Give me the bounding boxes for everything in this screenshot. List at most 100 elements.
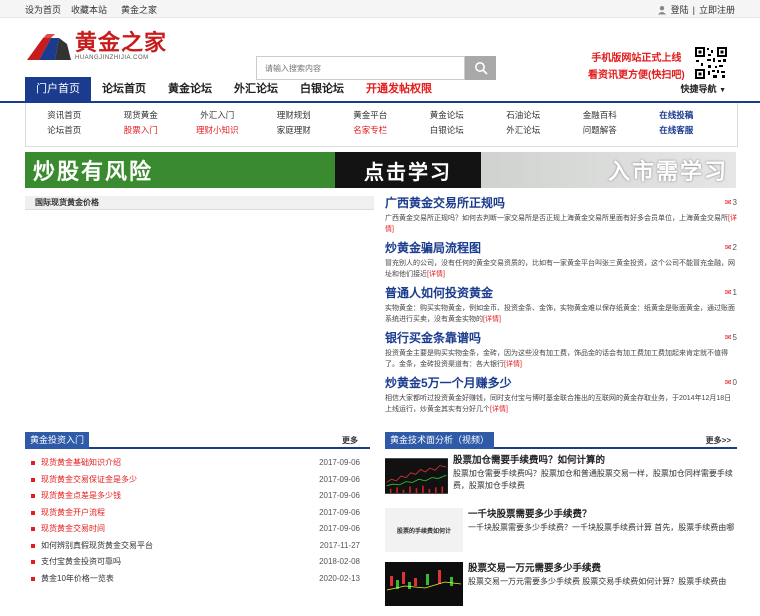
bullet-icon [31, 543, 35, 548]
nav-forum-home[interactable]: 论坛首页 [91, 77, 157, 101]
section-video-header: 黄金技术面分析（视频） 更多>> [385, 432, 737, 449]
sub-nav-row: 论坛首页 股票入门 理财小知识 家庭理财 名家专栏 白银论坛 外汇论坛 问题解答… [26, 123, 737, 138]
top-bar: 设为首页 收藏本站 黄金之家 登陆 | 立即注册 [0, 0, 760, 18]
subnav-link[interactable]: 家庭理财 [256, 123, 333, 138]
news-item: 广西黄金交易所正规吗 ✉ 3 广西黄金交易所正规吗？如何去判断一家交易所是否正规上… [385, 193, 737, 238]
set-home-link[interactable]: 设为首页 [25, 3, 61, 16]
news-more-link[interactable]: [详情] [483, 316, 501, 323]
sub-nav-row: 资讯首页 现货黄金 外汇入门 理财规划 黄金平台 黄金论坛 石油论坛 金融百科 … [26, 108, 737, 123]
video-item[interactable]: 股票交易一万元需要多少手续费 股票交易一万元需要多少手续费 股票交易手续费如何计… [385, 562, 737, 612]
banner-cta-text: 点击学习 [364, 161, 452, 184]
gold-bars-logo-icon [27, 34, 71, 60]
nav-silver-forum[interactable]: 白银论坛 [289, 77, 355, 101]
video-desc: 股票交易一万元需要多少手续费 股票交易手续费如何计算？股票手续费由 [468, 577, 727, 586]
list-item[interactable]: 现货黄金开户流程 2017-09-06 [25, 505, 370, 522]
video-title: 股票加仓需要手续费吗？如何计算的 [452, 455, 605, 466]
news-item: 银行买金条靠谱吗 ✉ 5 投资黄金主要是购买实物金条，金砖，因为这些没有加工费，饰… [385, 328, 737, 373]
news-title[interactable]: 炒黄金5万一个月赚多少 [385, 373, 512, 393]
nav-home[interactable]: 门户首页 [25, 77, 91, 101]
subnav-link[interactable]: 资讯首页 [26, 108, 103, 123]
qr-code-icon [694, 46, 728, 80]
banner-left-text: 炒股有风险 [33, 159, 154, 184]
subnav-link[interactable]: 白银论坛 [409, 123, 486, 138]
comment-icon: ✉ [724, 333, 732, 342]
comment-icon: ✉ [724, 378, 732, 387]
ad-banner[interactable]: 炒股有风险 点击学习 入市需学习 [25, 152, 736, 188]
list-item[interactable]: 如何辨别真假现货黄金交易平台 2017-11-27 [25, 538, 370, 555]
subnav-link[interactable]: 外汇论坛 [485, 123, 562, 138]
news-desc: 投资黄金主要是购买实物金条，金砖，因为这些没有加工费，饰品金的话会有加工费加工费… [385, 350, 728, 368]
video-title: 股票交易一万元需要多少手续费 [468, 563, 602, 574]
subnav-link[interactable]: 股票入门 [103, 123, 180, 138]
more-link[interactable]: 更多 [342, 435, 358, 446]
news-title[interactable]: 银行买金条靠谱吗 [385, 328, 481, 348]
main-nav: 门户首页 论坛首页 黄金论坛 外汇论坛 白银论坛 开通发帖权限 快捷导航 ▼ [0, 77, 760, 103]
nav-gold-forum[interactable]: 黄金论坛 [157, 77, 223, 101]
gold-price-panel: 国际现货黄金价格 [25, 196, 374, 210]
logo-text-cn: 黄金之家 [75, 31, 168, 56]
caret-down-icon: ▼ [719, 87, 726, 94]
subnav-link[interactable]: 外汇入门 [179, 108, 256, 123]
news-desc: 相信大家都听过投资黄金好赚钱，同时支付宝与博时基金联合推出的互联网的黄金存取业务… [385, 395, 732, 413]
banner-right-text: 入市需学习 [607, 159, 728, 184]
sub-nav: 资讯首页 现货黄金 外汇入门 理财规划 黄金平台 黄金论坛 石油论坛 金融百科 … [25, 103, 738, 147]
subnav-link[interactable]: 黄金论坛 [409, 108, 486, 123]
subnav-link-submit[interactable]: 在线投稿 [638, 108, 715, 123]
subnav-link[interactable]: 现货黄金 [103, 108, 180, 123]
bullet-icon [31, 560, 35, 565]
fee-thumbnail: 股票的手续费如何计 [385, 508, 463, 552]
comment-icon: ✉ [724, 198, 732, 207]
nav-post-permission[interactable]: 开通发帖权限 [355, 77, 443, 101]
user-icon [657, 5, 666, 14]
login-link[interactable]: 登陆 [671, 3, 689, 16]
subnav-link[interactable]: 名家专栏 [332, 123, 409, 138]
news-more-link[interactable]: [详情] [504, 361, 522, 368]
register-link[interactable]: 立即注册 [699, 3, 735, 16]
video-desc: 股票加仓需要手续费吗？股票加仓和普通股票交易一样，股票加仓同样需要手续费，股票加… [452, 469, 733, 490]
bullet-icon [31, 510, 35, 515]
list-item[interactable]: 现货黄金交易保证金是多少 2017-09-06 [25, 472, 370, 489]
subnav-link[interactable]: 论坛首页 [26, 123, 103, 138]
comment-icon: ✉ [724, 288, 732, 297]
video-title: 一千块股票需要多少手续费？ [468, 509, 592, 520]
gold-intro-list: 现货黄金基础知识介绍 2017-09-06 现货黄金交易保证金是多少 2017-09… [25, 455, 370, 587]
news-more-link[interactable]: [详情] [490, 406, 508, 413]
more-link[interactable]: 更多>> [706, 435, 731, 446]
site-logo[interactable]: 黄金之家 HUANGJINZHIJIA.COM [25, 32, 167, 62]
header: 黄金之家 HUANGJINZHIJIA.COM 手机版网站正式上线 看资讯更方便… [0, 18, 760, 81]
subnav-link[interactable]: 金融百科 [562, 108, 639, 123]
list-item[interactable]: 现货黄金点差是多少钱 2017-09-06 [25, 488, 370, 505]
section-tab[interactable]: 黄金投资入门 [25, 432, 90, 449]
list-item[interactable]: 现货黄金基础知识介绍 2017-09-06 [25, 455, 370, 472]
news-item: 普通人如何投资黄金 ✉ 1 实物黄金：购买实物黄金，例如金币、投资金条、金饰，实物… [385, 283, 737, 328]
subnav-link[interactable]: 问题解答 [562, 123, 639, 138]
subnav-link[interactable]: 理财规划 [256, 108, 333, 123]
list-item[interactable]: 黄金10年价格一览表 2020-02-13 [25, 571, 370, 588]
brand-link[interactable]: 黄金之家 [121, 3, 157, 16]
bullet-icon [31, 494, 35, 499]
news-title[interactable]: 普通人如何投资黄金 [385, 283, 493, 303]
nav-forex-forum[interactable]: 外汇论坛 [223, 77, 289, 101]
news-item: 炒黄金5万一个月赚多少 ✉ 0 相信大家都听过投资黄金好赚钱，同时支付宝与博时基金… [385, 373, 737, 418]
news-list: 广西黄金交易所正规吗 ✉ 3 广西黄金交易所正规吗？如何去判断一家交易所是否正规上… [385, 193, 737, 418]
bullet-icon [31, 461, 35, 466]
list-item[interactable]: 支付宝黄金投资可靠吗 2018-02-08 [25, 554, 370, 571]
video-item[interactable]: 股票的手续费如何计 一千块股票需要多少手续费？ 一千块股票需要多少手续费？一千块… [385, 508, 737, 558]
stock-chart-thumbnail-icon [385, 458, 448, 494]
subnav-link[interactable]: 黄金平台 [332, 108, 409, 123]
search-icon [474, 62, 488, 75]
subnav-link[interactable]: 石油论坛 [485, 108, 562, 123]
news-item: 炒黄金骗局流程图 ✉ 2 冒充别人的公司，没有任何的黄金交易资质的，比如有一家黄金… [385, 238, 737, 283]
video-item[interactable]: 股票加仓需要手续费吗？如何计算的 股票加仓需要手续费吗？股票加仓和普通股票交易一… [385, 454, 737, 504]
stock-chart-thumbnail-icon [385, 562, 463, 606]
bullet-icon [31, 576, 35, 581]
section-tab[interactable]: 黄金技术面分析（视频） [385, 432, 495, 449]
news-title[interactable]: 炒黄金骗局流程图 [385, 238, 481, 258]
news-title[interactable]: 广西黄金交易所正规吗 [385, 193, 505, 213]
bookmark-link[interactable]: 收藏本站 [71, 3, 107, 16]
quick-nav-menu[interactable]: 快捷导航 ▼ [681, 77, 726, 103]
news-more-link[interactable]: [详情] [427, 271, 445, 278]
subnav-link[interactable]: 理财小知识 [179, 123, 256, 138]
subnav-link-support[interactable]: 在线客服 [638, 123, 715, 138]
list-item[interactable]: 现货黄金交易时间 2017-09-06 [25, 521, 370, 538]
